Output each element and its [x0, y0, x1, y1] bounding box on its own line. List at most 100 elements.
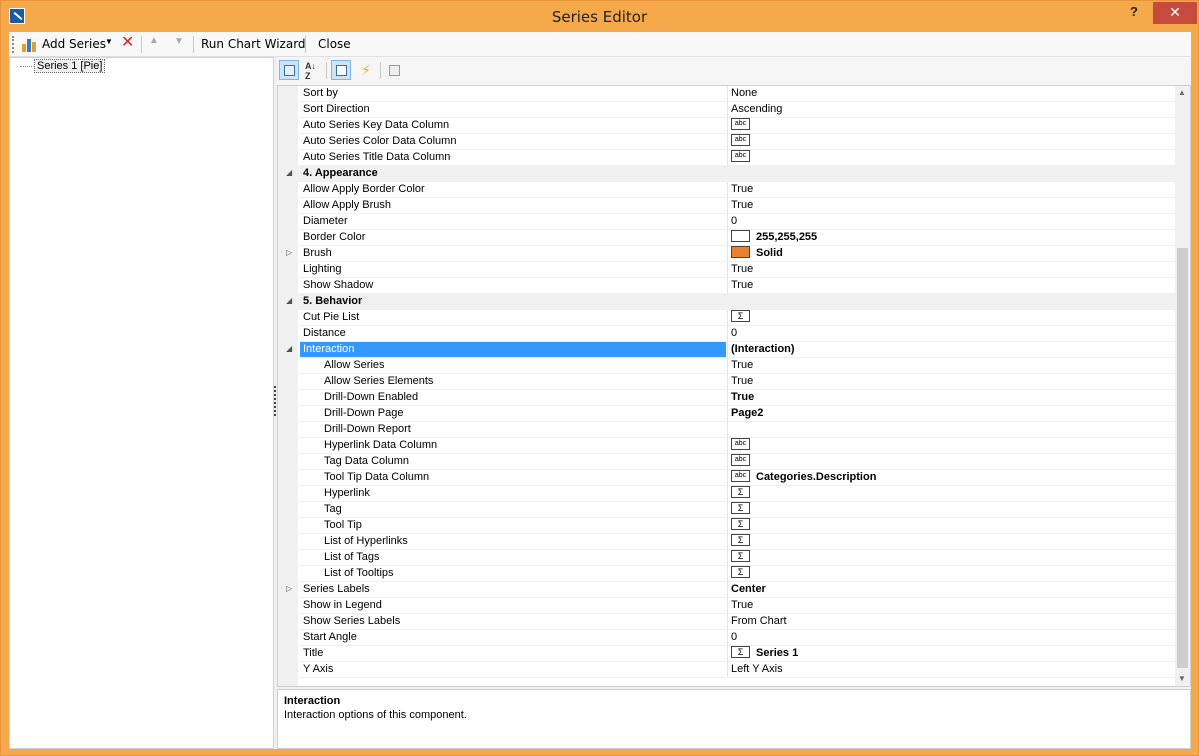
data-column-icon[interactable]: abc: [731, 134, 750, 147]
property-row[interactable]: Auto Series Color Data Column abc: [278, 134, 1175, 150]
property-value[interactable]: 0: [727, 214, 1175, 230]
data-column-icon[interactable]: abc: [731, 150, 750, 163]
property-value[interactable]: [727, 422, 1175, 438]
property-row[interactable]: List of Hyperlinks Σ: [278, 534, 1175, 550]
property-value[interactable]: (Interaction): [727, 342, 1175, 358]
property-row[interactable]: Show in Legend True: [278, 598, 1175, 614]
property-value[interactable]: 0: [727, 326, 1175, 342]
alphabetical-button[interactable]: A↓ Z: [302, 60, 322, 81]
property-row[interactable]: Cut Pie List Σ: [278, 310, 1175, 326]
property-row[interactable]: ▷ Series Labels Center: [278, 582, 1175, 598]
property-row[interactable]: Auto Series Title Data Column abc: [278, 150, 1175, 166]
property-value[interactable]: abc: [727, 454, 1175, 470]
property-value[interactable]: Σ: [727, 550, 1175, 566]
property-value[interactable]: None: [727, 86, 1175, 102]
property-value[interactable]: Ascending: [727, 102, 1175, 118]
property-row[interactable]: List of Tags Σ: [278, 550, 1175, 566]
title-bar[interactable]: Series Editor ? ✕: [1, 1, 1198, 31]
add-series-button[interactable]: Add Series: [42, 36, 106, 53]
help-button[interactable]: ?: [1125, 4, 1143, 24]
data-column-icon[interactable]: abc: [731, 438, 750, 451]
property-row[interactable]: Tool Tip Data Column abc Categories.Descri…: [278, 470, 1175, 486]
property-value[interactable]: True: [727, 390, 1175, 406]
property-row[interactable]: Auto Series Key Data Column abc: [278, 118, 1175, 134]
property-row[interactable]: Hyperlink Σ: [278, 486, 1175, 502]
properties-button[interactable]: [331, 60, 351, 80]
property-value[interactable]: abc: [727, 438, 1175, 454]
expression-icon[interactable]: Σ: [731, 502, 750, 515]
property-value[interactable]: 255,255,255: [727, 230, 1175, 246]
property-row[interactable]: Distance 0: [278, 326, 1175, 342]
color-swatch[interactable]: [731, 230, 750, 243]
property-row[interactable]: Border Color 255,255,255: [278, 230, 1175, 246]
property-row[interactable]: Show Series Labels From Chart: [278, 614, 1175, 630]
property-value[interactable]: 0: [727, 630, 1175, 646]
property-value[interactable]: Center: [727, 582, 1175, 598]
property-value[interactable]: True: [727, 358, 1175, 374]
property-row[interactable]: Drill-Down Enabled True: [278, 390, 1175, 406]
property-value[interactable]: Σ: [727, 534, 1175, 550]
property-value[interactable]: Page2: [727, 406, 1175, 422]
property-row[interactable]: Sort by None: [278, 86, 1175, 102]
toolbar-grip[interactable]: [12, 36, 15, 53]
category-row[interactable]: ◢ 4. Appearance: [278, 166, 1175, 182]
property-row[interactable]: Allow Apply Brush True: [278, 198, 1175, 214]
expression-icon[interactable]: Σ: [731, 534, 750, 547]
property-value[interactable]: Σ: [727, 518, 1175, 534]
expression-icon[interactable]: Σ: [731, 486, 750, 499]
property-value[interactable]: Σ: [727, 566, 1175, 582]
property-row[interactable]: Tool Tip Σ: [278, 518, 1175, 534]
run-chart-wizard-button[interactable]: Run Chart Wizard: [201, 36, 306, 53]
property-value[interactable]: abc: [727, 134, 1175, 150]
property-value[interactable]: Σ: [727, 502, 1175, 518]
data-column-icon[interactable]: abc: [731, 454, 750, 467]
property-value[interactable]: Σ: [727, 486, 1175, 502]
property-row[interactable]: Diameter 0: [278, 214, 1175, 230]
property-row[interactable]: Sort Direction Ascending: [278, 102, 1175, 118]
move-down-icon[interactable]: ▼: [174, 36, 184, 47]
property-row[interactable]: Hyperlink Data Column abc: [278, 438, 1175, 454]
expand-icon[interactable]: ▷: [286, 584, 292, 593]
property-row[interactable]: Show Shadow True: [278, 278, 1175, 294]
property-row[interactable]: Drill-Down Page Page2: [278, 406, 1175, 422]
property-value[interactable]: abc: [727, 150, 1175, 166]
property-value[interactable]: abc Categories.Description: [727, 470, 1175, 486]
property-value[interactable]: Left Y Axis: [727, 662, 1175, 678]
events-button[interactable]: ⚡: [356, 60, 376, 80]
scroll-up-icon[interactable]: ▲: [1178, 88, 1186, 97]
property-row[interactable]: Start Angle 0: [278, 630, 1175, 646]
delete-icon[interactable]: ✕: [121, 35, 135, 51]
property-value[interactable]: abc: [727, 118, 1175, 134]
property-row[interactable]: Lighting True: [278, 262, 1175, 278]
property-value[interactable]: True: [727, 198, 1175, 214]
property-row[interactable]: Title Σ Series 1: [278, 646, 1175, 662]
property-value[interactable]: True: [727, 374, 1175, 390]
expression-icon[interactable]: Σ: [731, 550, 750, 563]
property-row[interactable]: Allow Series Elements True: [278, 374, 1175, 390]
tree-item-series-1[interactable]: Series 1 [Pie]: [20, 59, 106, 74]
collapse-icon[interactable]: ◢: [286, 344, 292, 353]
property-value[interactable]: True: [727, 262, 1175, 278]
close-button[interactable]: Close: [318, 36, 351, 53]
expression-icon[interactable]: Σ: [731, 310, 750, 323]
categorized-button[interactable]: [279, 60, 299, 80]
category-row[interactable]: ◢ 5. Behavior: [278, 294, 1175, 310]
expression-icon[interactable]: Σ: [731, 518, 750, 531]
property-row[interactable]: Allow Apply Border Color True: [278, 182, 1175, 198]
property-row[interactable]: Tag Σ: [278, 502, 1175, 518]
property-value[interactable]: Solid: [727, 246, 1175, 262]
property-row[interactable]: List of Tooltips Σ: [278, 566, 1175, 582]
collapse-icon[interactable]: ◢: [286, 296, 292, 305]
collapse-icon[interactable]: ◢: [286, 168, 292, 177]
property-row[interactable]: Tag Data Column abc: [278, 454, 1175, 470]
close-window-button[interactable]: ✕: [1153, 2, 1197, 24]
move-up-icon[interactable]: ▲: [149, 35, 159, 46]
property-row[interactable]: Drill-Down Report: [278, 422, 1175, 438]
splitter-grip[interactable]: [274, 386, 276, 416]
data-column-icon[interactable]: abc: [731, 118, 750, 131]
property-row[interactable]: Y Axis Left Y Axis: [278, 662, 1175, 678]
scrollbar-thumb[interactable]: [1177, 248, 1188, 668]
vertical-scrollbar[interactable]: ▲ ▼: [1175, 86, 1190, 686]
color-swatch[interactable]: [731, 246, 750, 259]
property-row[interactable]: ◢ Interaction (Interaction): [278, 342, 1175, 358]
